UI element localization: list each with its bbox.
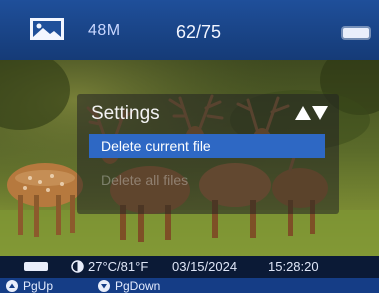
date-reading: 03/15/2024 [172, 259, 238, 274]
menu-title: Settings [91, 103, 160, 124]
top-bar: 48M 62/75 [0, 0, 379, 60]
menu-item-delete-current[interactable]: Delete current file [89, 134, 325, 158]
menu-item-delete-all[interactable]: Delete all files [89, 168, 325, 192]
gallery-icon [30, 18, 64, 40]
up-circle-icon [6, 280, 18, 292]
time-reading: 15:28:20 [268, 259, 319, 274]
status-bar: 27°C/81°F 03/15/2024 15:28:20 [0, 256, 379, 278]
camera-screen: 48M 62/75 Settings Delete current file D… [0, 0, 379, 293]
pgup-button[interactable]: PgUp [6, 279, 53, 293]
nav-row: PgUp PgDown [0, 278, 379, 293]
battery-icon [343, 28, 369, 38]
resolution-label: 48M [88, 22, 121, 39]
thermometer-icon [71, 260, 84, 273]
settings-menu: Settings Delete current file Delete all … [77, 94, 339, 214]
down-circle-icon [98, 280, 110, 292]
pgdown-label: PgDown [115, 279, 161, 293]
battery-icon [24, 262, 48, 271]
pgdown-button[interactable]: PgDown [98, 279, 160, 293]
pgup-label: PgUp [23, 279, 54, 293]
file-counter: 62/75 [176, 22, 222, 42]
temperature-reading: 27°C/81°F [88, 259, 149, 274]
up-down-arrows-icon [295, 106, 328, 120]
bottom-bar: 27°C/81°F 03/15/2024 15:28:20 PgUp PgDow… [0, 256, 379, 293]
